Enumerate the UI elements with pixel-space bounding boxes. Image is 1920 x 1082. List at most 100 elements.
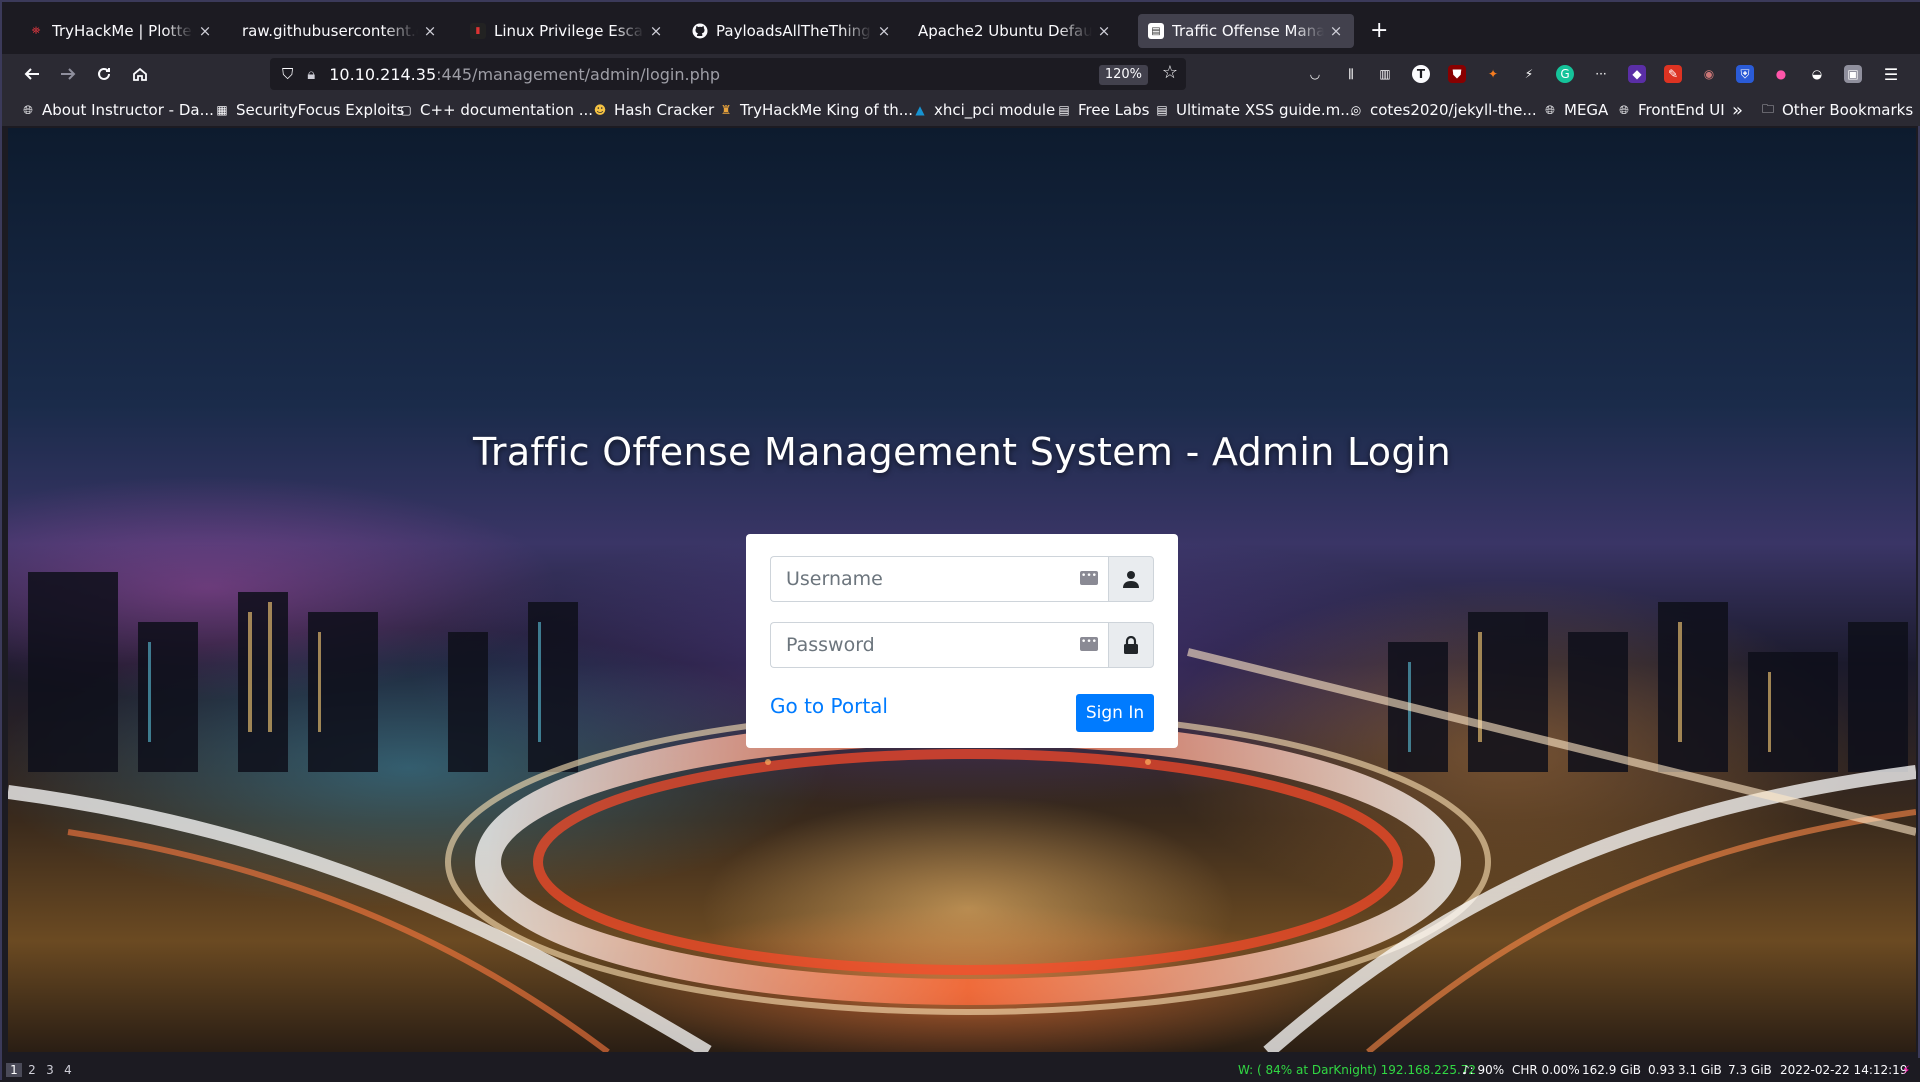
bookmark-frontend-ui[interactable]: 🌐︎ FrontEnd UI	[1616, 100, 1724, 120]
bookmark-cpp-docs[interactable]: ▢ C++ documentation ...	[398, 100, 593, 120]
tab-linux-privesc[interactable]: ▮ Linux Privilege Escalation ×	[460, 14, 674, 48]
bookmark-xhci-pci[interactable]: ▲ xhci_pci module	[912, 100, 1055, 120]
address-bar[interactable]: ⛉ 🔒︎ 10.10.214.35:445/management/admin/l…	[270, 58, 1186, 90]
bookmark-securityfocus[interactable]: ▦ SecurityFocus Exploits	[214, 100, 404, 120]
home-icon	[133, 67, 147, 81]
workspace-3[interactable]: 3	[42, 1063, 58, 1077]
bookmark-mega[interactable]: 🌐︎ MEGA	[1542, 100, 1608, 120]
datetime-status: 2022-02-22 14:12:19	[1780, 1063, 1908, 1077]
forward-button[interactable]	[56, 62, 80, 86]
close-icon[interactable]: ×	[1328, 22, 1344, 40]
document-icon: ▮	[470, 23, 486, 39]
bookmark-label: TryHackMe King of th...	[740, 101, 914, 119]
tab-tryhackme[interactable]: ⛯ TryHackMe | Plotted-TMS ×	[18, 14, 223, 48]
bookmark-label: Hash Cracker	[614, 101, 715, 119]
bookmark-jekyll-theme[interactable]: ◎ cotes2020/jekyll-the...	[1348, 100, 1537, 120]
forward-arrow-icon	[61, 68, 76, 80]
cpp-icon: ▢	[400, 103, 412, 117]
sidebar-icon[interactable]: ▥	[1376, 65, 1394, 83]
bookmark-hash-cracker[interactable]: ☻ Hash Cracker	[592, 100, 714, 120]
bookmark-tryhackme-koth[interactable]: ♜ TryHackMe King of th...	[718, 100, 913, 120]
disk-status: 162.9 GiB	[1582, 1063, 1642, 1077]
workspace-2[interactable]: 2	[24, 1063, 40, 1077]
bookmark-star-icon[interactable]: ☆	[1162, 62, 1178, 83]
new-tab-button[interactable]: +	[1370, 18, 1388, 43]
other-bookmarks-folder[interactable]: 🗀︎ Other Bookmarks	[1760, 100, 1913, 120]
password-manager-icon[interactable]: •••	[1080, 571, 1098, 585]
bookmark-label: Ultimate XSS guide.m...	[1176, 101, 1355, 119]
tab-payloadsallthethings[interactable]: PayloadsAllTheThings/Linux ×	[682, 14, 902, 48]
home-button[interactable]	[128, 62, 152, 86]
username-input-group: •••	[770, 556, 1154, 602]
power-icon[interactable]: ⚡	[1902, 1063, 1910, 1077]
pocket-icon[interactable]: ◡	[1306, 65, 1324, 83]
sign-in-button[interactable]: Sign In	[1076, 694, 1154, 732]
back-arrow-icon	[24, 68, 39, 80]
password-manager-icon[interactable]: •••	[1080, 637, 1098, 651]
page-favicon-icon: ▤	[1148, 23, 1164, 39]
securityfocus-icon: ▦	[216, 103, 228, 117]
bookmarks-toolbar: 🌐︎ About Instructor - Da... ▦ SecurityFocu…	[2, 94, 1920, 126]
more-extensions-icon[interactable]: ···	[1592, 65, 1610, 83]
login-card: ••• ••• Go to Portal Sign In	[746, 534, 1178, 748]
tab-label: TryHackMe | Plotted-TMS	[52, 22, 193, 40]
tab-raw-github[interactable]: raw.githubusercontent.com ×	[232, 14, 448, 48]
hat-icon[interactable]: ◒	[1808, 65, 1826, 83]
cookie-editor-icon[interactable]: ✎	[1664, 65, 1682, 83]
url-text[interactable]: 10.10.214.35:445/management/admin/login.…	[329, 65, 720, 84]
volume-status: ♪: 90%	[1462, 1063, 1505, 1077]
zoom-level-badge[interactable]: 120%	[1098, 65, 1148, 85]
bookmark-about-instructor[interactable]: 🌐︎ About Instructor - Da...	[20, 100, 214, 120]
globe-icon: 🌐︎	[23, 102, 33, 117]
lock-icon[interactable]: 🔒︎	[307, 65, 315, 83]
back-button[interactable]	[20, 62, 44, 86]
bookmark-free-labs[interactable]: ▤ Free Labs	[1056, 100, 1149, 120]
bookmark-label: C++ documentation ...	[420, 101, 594, 119]
user-agent-switcher-icon[interactable]: ◉	[1700, 65, 1718, 83]
bookmark-xss-guide[interactable]: ▤ Ultimate XSS guide.m...	[1154, 100, 1355, 120]
library-icon[interactable]: ⫼	[1342, 65, 1360, 83]
load-status: 0.93	[1648, 1063, 1675, 1077]
screenshot-icon[interactable]: ▣	[1844, 65, 1862, 83]
document-icon: ▤	[1156, 103, 1168, 117]
grammarly-icon[interactable]: G	[1556, 65, 1574, 83]
ublock-icon[interactable]: ⛊	[1448, 65, 1466, 83]
bookmark-label: MEGA	[1564, 101, 1609, 119]
shield-icon[interactable]: ⛉	[282, 65, 293, 83]
workspace-1[interactable]: 1	[6, 1063, 22, 1077]
close-icon[interactable]: ×	[422, 22, 438, 40]
tab-label: PayloadsAllTheThings/Linux	[716, 22, 872, 40]
system-status-bar: 1 2 3 4 W: ( 84% at DarKnight) 192.168.2…	[2, 1058, 1920, 1082]
globe-icon: 🌐︎	[1545, 102, 1555, 117]
menu-icon[interactable]: ☰	[1882, 65, 1900, 84]
close-icon[interactable]: ×	[1096, 22, 1112, 40]
close-icon[interactable]: ×	[876, 22, 892, 40]
reload-button[interactable]	[92, 62, 116, 86]
hackbar-icon[interactable]: ◆	[1628, 65, 1646, 83]
url-path: :445/management/admin/login.php	[436, 64, 721, 84]
cookie-icon[interactable]: ●	[1772, 65, 1790, 83]
tryhackme-extension-icon[interactable]: T	[1412, 65, 1430, 83]
username-input[interactable]	[770, 556, 1108, 602]
wappalyzer-icon[interactable]: ⚡	[1520, 65, 1538, 83]
close-icon[interactable]: ×	[197, 22, 213, 40]
globe-icon: 🌐︎	[1619, 102, 1629, 117]
bookmark-label: SecurityFocus Exploits	[236, 101, 405, 119]
tryhackme-icon: ⛯	[31, 24, 41, 37]
password-input[interactable]	[770, 622, 1108, 668]
hash-cracker-icon: ☻	[593, 103, 607, 117]
tab-bar: ⛯ TryHackMe | Plotted-TMS × raw.githubus…	[2, 2, 1920, 58]
tab-traffic-offense[interactable]: ▤ Traffic Offense Manager ×	[1138, 14, 1354, 48]
folder-icon: 🗀︎	[1761, 101, 1774, 116]
lab-icon: ▤	[1058, 103, 1070, 117]
workspace-4[interactable]: 4	[60, 1063, 76, 1077]
bitwarden-icon[interactable]: ⛨	[1736, 65, 1754, 83]
tab-apache-default[interactable]: Apache2 Ubuntu Default Page ×	[908, 14, 1122, 48]
close-icon[interactable]: ×	[648, 22, 664, 40]
page-title: Traffic Offense Management System - Admi…	[473, 430, 1451, 474]
foxyproxy-icon[interactable]: ✦	[1484, 65, 1502, 83]
go-to-portal-link[interactable]: Go to Portal	[770, 694, 888, 718]
bookmarks-overflow-button[interactable]: »	[1732, 100, 1743, 121]
github-icon: ◎	[1350, 103, 1362, 117]
browser-window: ⛯ TryHackMe | Plotted-TMS × raw.githubus…	[0, 0, 1920, 1082]
